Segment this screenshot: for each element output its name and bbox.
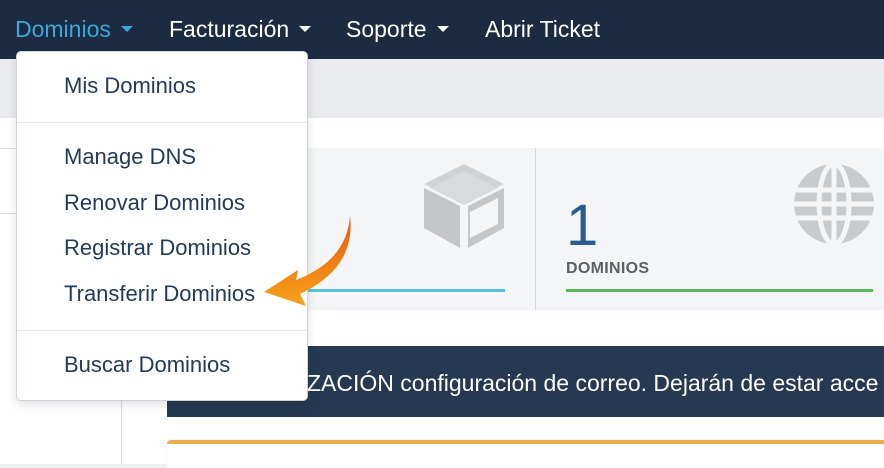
domains-label: DOMINIOS bbox=[566, 260, 650, 277]
nav-abrir-ticket-label: Abrir Ticket bbox=[485, 16, 601, 42]
nav-soporte[interactable]: Soporte bbox=[346, 0, 449, 59]
domains-count[interactable]: 1 bbox=[566, 196, 598, 256]
nav-dominios-label: Dominios bbox=[15, 16, 111, 42]
menu-divider bbox=[17, 330, 307, 331]
nav-facturacion-label: Facturación bbox=[169, 16, 290, 42]
announcement-text: ZACIÓN configuración de correo. Dejarán … bbox=[307, 370, 879, 396]
tile-divider bbox=[535, 148, 536, 310]
menu-divider bbox=[17, 122, 307, 123]
menu-item-buscar-dominios[interactable]: Buscar Dominios bbox=[64, 352, 230, 378]
caret-down-icon bbox=[120, 25, 133, 32]
tile2-accent-bar bbox=[566, 289, 873, 292]
nav-abrir-ticket[interactable]: Abrir Ticket bbox=[485, 0, 600, 59]
caret-down-icon bbox=[436, 25, 449, 32]
curved-arrow-icon bbox=[264, 216, 351, 306]
menu-item-mis-dominios[interactable]: Mis Dominios bbox=[64, 73, 196, 99]
globe-icon bbox=[794, 162, 874, 246]
caret-down-icon bbox=[299, 25, 312, 32]
menu-item-renovar-dominios[interactable]: Renovar Dominios bbox=[64, 190, 245, 216]
nav-soporte-label: Soporte bbox=[346, 16, 427, 42]
menu-item-manage-dns[interactable]: Manage DNS bbox=[64, 144, 196, 170]
box-icon bbox=[424, 164, 504, 248]
menu-item-registrar-dominios[interactable]: Registrar Dominios bbox=[64, 235, 251, 261]
menu-item-transferir-dominios[interactable]: Transferir Dominios bbox=[64, 281, 255, 307]
